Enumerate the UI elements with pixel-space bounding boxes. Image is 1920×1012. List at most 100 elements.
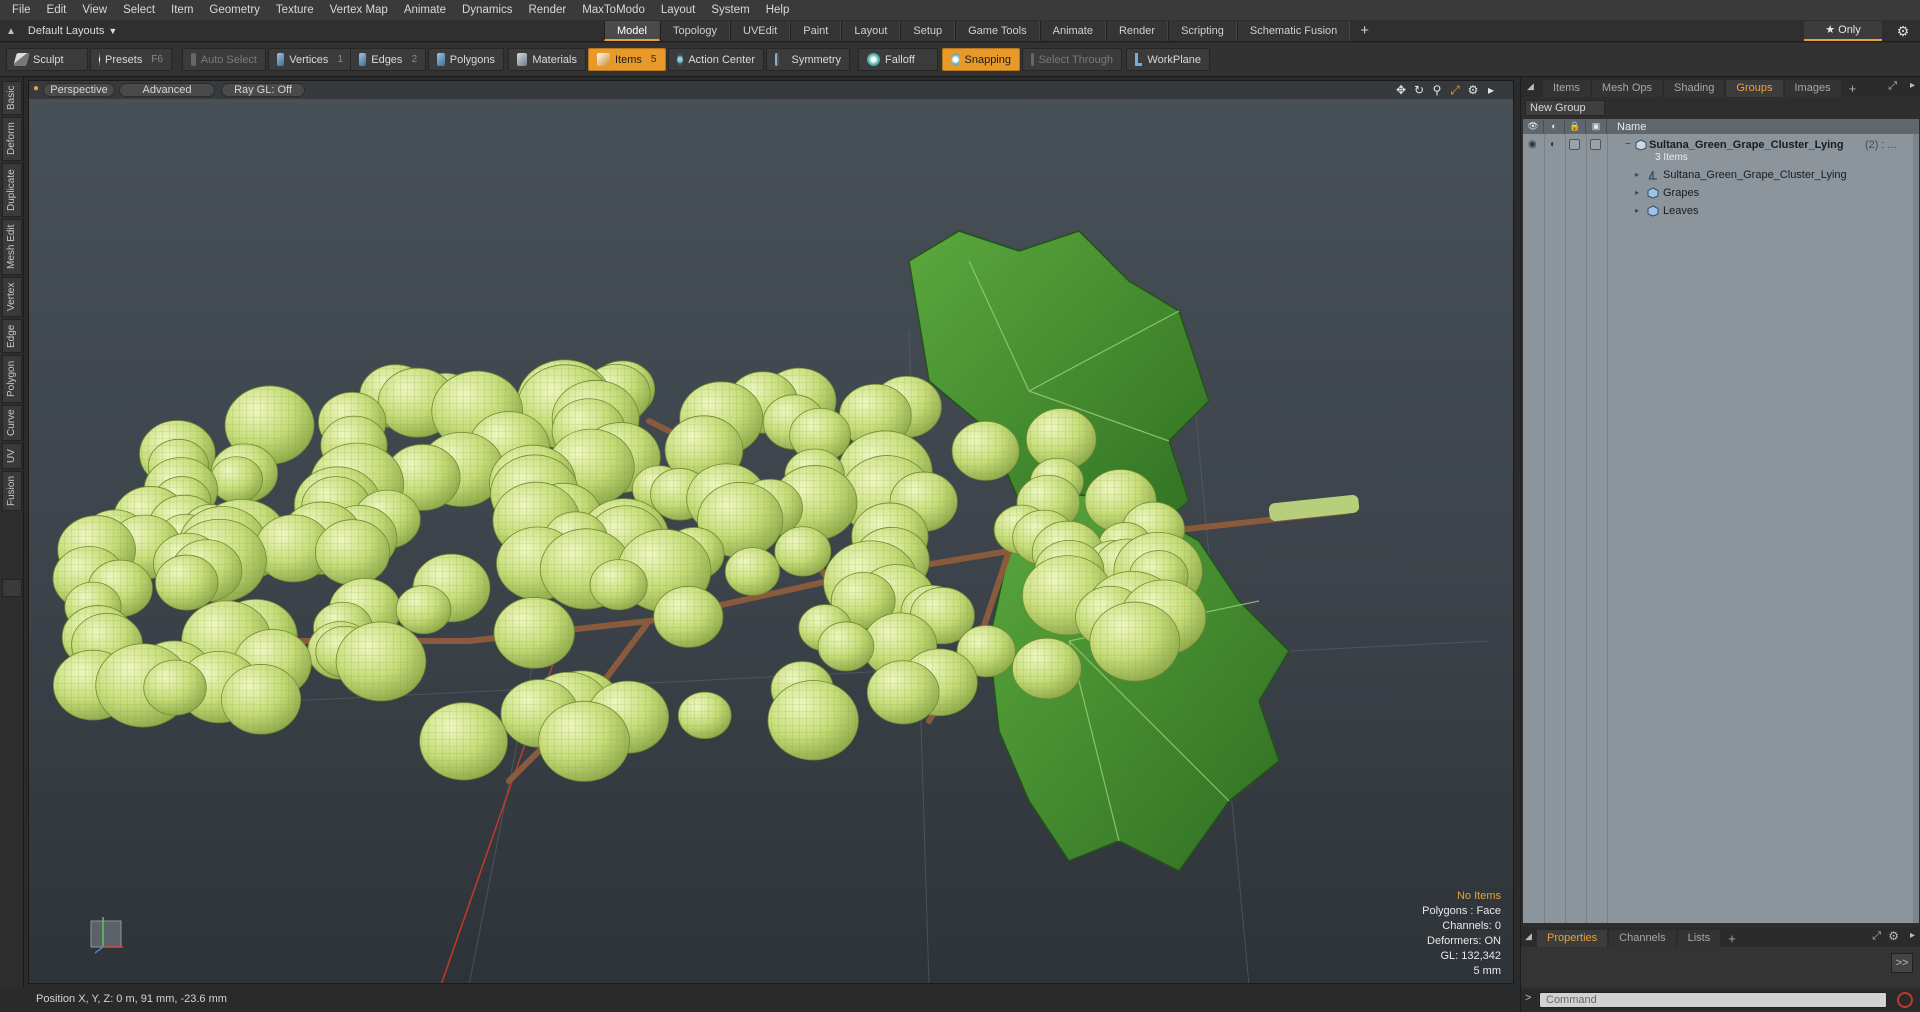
symmetry-button[interactable]: Symmetry (766, 48, 850, 71)
vtab-deform[interactable]: Deform (2, 117, 22, 161)
menu-item[interactable]: Item (163, 0, 201, 20)
snapping-button[interactable]: Snapping (942, 48, 1020, 71)
menu-dynamics[interactable]: Dynamics (454, 0, 520, 20)
sculpt-button[interactable]: Sculpt (6, 48, 88, 71)
new-group-button[interactable]: New Group (1525, 100, 1605, 116)
props-gear-icon[interactable]: ⚙ (1888, 929, 1899, 943)
props-menu-icon[interactable]: ◢ (1525, 931, 1532, 942)
select-through-button[interactable]: Select Through (1022, 48, 1122, 71)
menu-geometry[interactable]: Geometry (201, 0, 268, 20)
shading-button[interactable]: Advanced (119, 83, 215, 97)
vtab-duplicate[interactable]: Duplicate (2, 163, 22, 217)
group-child-row[interactable]: ▸ Sultana_Green_Grape_Cluster_Lying (1523, 166, 1919, 184)
tree-expand-icon[interactable]: ▸ (1635, 166, 1639, 184)
menu-file[interactable]: File (4, 0, 39, 20)
tab-lists[interactable]: Lists (1677, 930, 1721, 947)
tab-paint[interactable]: Paint (790, 21, 842, 41)
record-icon[interactable] (1897, 992, 1913, 1008)
workplane-button[interactable]: WorkPlane (1126, 48, 1210, 71)
vtab-edge[interactable]: Edge (2, 319, 22, 353)
vtab-curve[interactable]: Curve (2, 405, 22, 441)
add-props-tab-button[interactable]: + (1722, 930, 1742, 947)
vtab-mesh-edit[interactable]: Mesh Edit (2, 219, 22, 275)
render-column-icon[interactable]: ◐ (1544, 119, 1565, 134)
expand-properties-button[interactable]: >> (1891, 953, 1913, 973)
tab-uvedit[interactable]: UVEdit (730, 21, 791, 41)
vtab-polygon[interactable]: Polygon (2, 355, 22, 403)
name-column-header[interactable]: Name (1607, 121, 1646, 133)
tab-shading[interactable]: Shading (1664, 80, 1725, 97)
panel-chevron-icon[interactable]: ▸ (1910, 80, 1915, 91)
vertices-button[interactable]: Vertices 1 (268, 48, 352, 71)
tab-groups[interactable]: Groups (1726, 80, 1783, 97)
panel-expand-icon[interactable]: ⤢ (1888, 80, 1897, 93)
viewport-expand-icon[interactable]: ▸ (1483, 82, 1499, 98)
edges-button[interactable]: Edges 2 (350, 48, 426, 71)
vtab-vertex[interactable]: Vertex (2, 277, 22, 317)
fit-view-icon[interactable]: ⤢ (1447, 82, 1463, 98)
rotate-view-icon[interactable]: ↻ (1411, 82, 1427, 98)
menu-render[interactable]: Render (520, 0, 574, 20)
materials-button[interactable]: Materials (508, 48, 586, 71)
tab-game-tools[interactable]: Game Tools (955, 21, 1040, 41)
menu-help[interactable]: Help (758, 0, 798, 20)
group-child-row[interactable]: ▸ Grapes (1523, 184, 1919, 202)
raygl-button[interactable]: Ray GL: Off (221, 83, 305, 97)
items-button[interactable]: Items 5 (588, 48, 666, 71)
move-view-icon[interactable]: ✥ (1393, 82, 1409, 98)
add-panel-tab-button[interactable]: + (1843, 80, 1863, 97)
menu-system[interactable]: System (703, 0, 757, 20)
add-tab-button[interactable]: + (1350, 21, 1379, 41)
tab-items[interactable]: Items (1543, 80, 1590, 97)
only-button[interactable]: ★ Only (1804, 21, 1882, 41)
zoom-view-icon[interactable]: ⚲ (1429, 82, 1445, 98)
select-toggle[interactable] (1590, 139, 1601, 150)
tab-mesh-ops[interactable]: Mesh Ops (1591, 80, 1663, 97)
tab-channels[interactable]: Channels (1609, 930, 1676, 947)
menu-vertex-map[interactable]: Vertex Map (322, 0, 396, 20)
falloff-button[interactable]: Falloff (858, 48, 938, 71)
tab-layout[interactable]: Layout (841, 21, 901, 41)
tree-expand-icon[interactable]: ▸ (1635, 202, 1639, 220)
view-mode-button[interactable]: Perspective (43, 83, 115, 97)
command-input[interactable] (1539, 992, 1887, 1008)
gear-icon[interactable]: ⚙ (1894, 22, 1912, 40)
command-history-icon[interactable]: > (1525, 992, 1531, 1004)
tab-render[interactable]: Render (1105, 21, 1169, 41)
layout-picker[interactable]: ▲ Default Layouts ▼ (6, 22, 117, 40)
tab-setup[interactable]: Setup (900, 21, 956, 41)
vtab-extra[interactable] (2, 579, 22, 597)
menu-animate[interactable]: Animate (396, 0, 454, 20)
tab-properties[interactable]: Properties (1537, 930, 1608, 947)
select-column-icon[interactable]: ▣ (1586, 119, 1607, 134)
tab-topology[interactable]: Topology (659, 21, 731, 41)
action-center-button[interactable]: Action Center (668, 48, 764, 71)
menu-maxtomodo[interactable]: MaxToModo (574, 0, 653, 20)
menu-view[interactable]: View (74, 0, 115, 20)
visibility-column-icon[interactable]: 👁 (1523, 119, 1544, 134)
props-chevron-icon[interactable]: ▸ (1910, 930, 1915, 941)
polygons-button[interactable]: Polygons (428, 48, 504, 71)
vtab-basic[interactable]: Basic (2, 81, 22, 115)
collapse-icon[interactable]: ▲ (6, 26, 16, 37)
menu-texture[interactable]: Texture (268, 0, 322, 20)
table-scrollbar[interactable] (1913, 134, 1919, 923)
menu-edit[interactable]: Edit (39, 0, 75, 20)
panel-menu-icon[interactable]: ◢ (1527, 81, 1534, 92)
viewport-menu-icon[interactable]: ● (33, 83, 39, 94)
tab-model[interactable]: Model (604, 21, 660, 41)
tab-animate[interactable]: Animate (1039, 21, 1106, 41)
tab-schematic-fusion[interactable]: Schematic Fusion (1236, 21, 1351, 41)
3d-viewport[interactable]: ● Perspective Advanced Ray GL: Off ✥ ↻ ⚲… (28, 80, 1514, 984)
group-child-row[interactable]: ▸ Leaves (1523, 202, 1919, 220)
tab-scripting[interactable]: Scripting (1168, 21, 1237, 41)
viewport-gear-icon[interactable]: ⚙ (1465, 82, 1481, 98)
lock-toggle[interactable] (1569, 139, 1580, 150)
tab-images[interactable]: Images (1784, 80, 1841, 97)
lock-column-icon[interactable]: 🔒 (1565, 119, 1586, 134)
tree-expand-icon[interactable]: ▸ (1635, 184, 1639, 202)
presets-button[interactable]: Presets F6 (90, 48, 172, 71)
vtab-fusion[interactable]: Fusion (2, 471, 22, 511)
menu-select[interactable]: Select (115, 0, 163, 20)
props-expand-icon[interactable]: ⤢ (1872, 930, 1881, 943)
